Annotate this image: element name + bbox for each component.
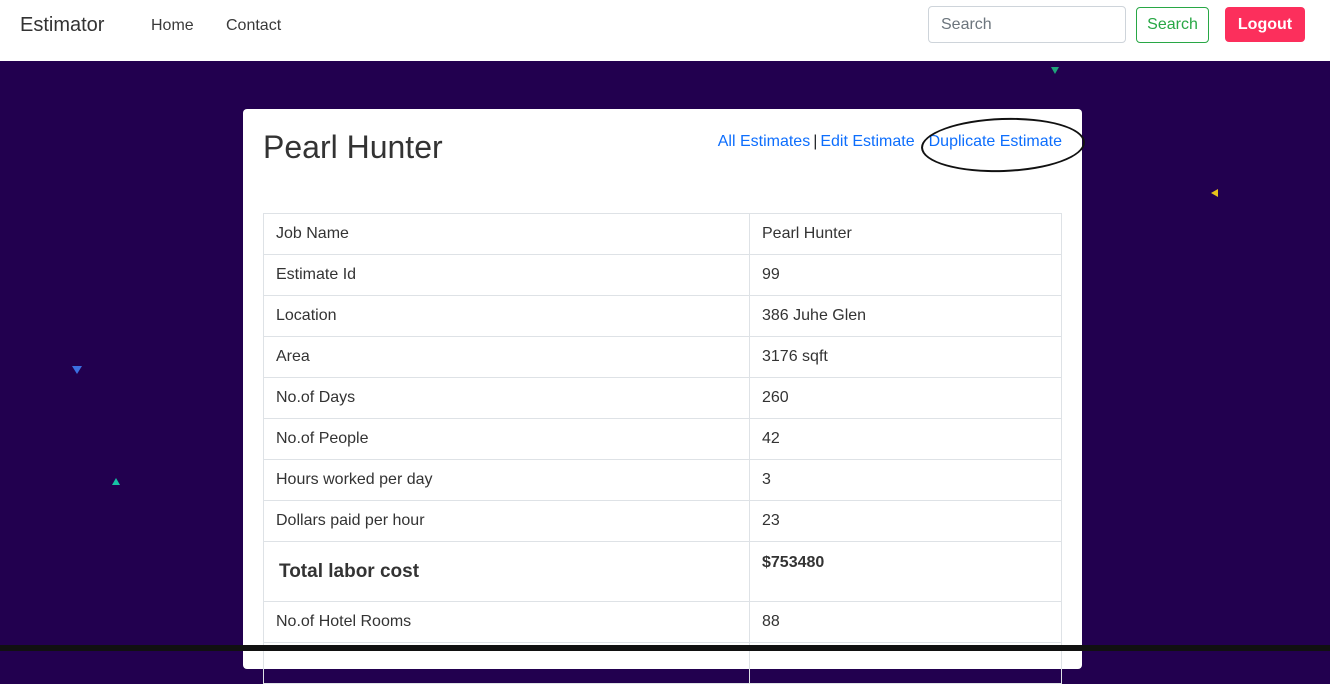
table-row: Dollars paid per hour 23 xyxy=(263,500,1062,542)
search-input[interactable] xyxy=(928,6,1126,43)
row-label: No.of Days xyxy=(263,377,750,419)
total-label: Total labor cost xyxy=(263,541,750,602)
page-title: Pearl Hunter xyxy=(263,129,443,165)
brand-logo[interactable]: Estimator xyxy=(20,14,104,37)
table-row: Hours worked per day 3 xyxy=(263,459,1062,501)
row-value: 88 xyxy=(749,601,1062,643)
estimate-details-table: Job Name Pearl Hunter Estimate Id 99 Loc… xyxy=(263,213,1062,684)
table-row: No.of Days 260 xyxy=(263,377,1062,419)
particle-triangle xyxy=(1211,189,1218,197)
edit-estimate-link[interactable]: Edit Estimate xyxy=(820,133,914,150)
total-value: $753480 xyxy=(749,541,1062,602)
particle-triangle xyxy=(1051,67,1059,74)
link-separator: | xyxy=(813,133,818,150)
nav-home-link[interactable]: Home xyxy=(151,17,194,35)
particle-triangle xyxy=(112,478,120,485)
table-row: Area 3176 sqft xyxy=(263,336,1062,378)
estimate-actions: All Estimates | Edit Estimate Duplicate Est… xyxy=(718,133,1062,151)
row-value: 42 xyxy=(749,418,1062,460)
row-label: No.of Hotel Rooms xyxy=(263,601,750,643)
row-value: 3176 sqft xyxy=(749,336,1062,378)
total-row: Total labor cost $753480 xyxy=(263,541,1062,602)
particle-triangle xyxy=(72,366,82,374)
row-label: Location xyxy=(263,295,750,337)
search-button[interactable]: Search xyxy=(1136,7,1209,43)
row-value: 3 xyxy=(749,459,1062,501)
row-value: 99 xyxy=(749,254,1062,296)
logout-button[interactable]: Logout xyxy=(1225,7,1305,42)
nav-contact-link[interactable]: Contact xyxy=(226,17,281,35)
row-label: Dollars paid per hour xyxy=(263,500,750,542)
duplicate-estimate-link[interactable]: Duplicate Estimate xyxy=(929,133,1062,150)
row-label: No.of People xyxy=(263,418,750,460)
table-row: Job Name Pearl Hunter xyxy=(263,213,1062,255)
table-row: Estimate Id 99 xyxy=(263,254,1062,296)
estimate-card: Pearl Hunter All Estimates | Edit Estimate… xyxy=(243,109,1086,684)
table-row: Location 386 Juhe Glen xyxy=(263,295,1062,337)
row-label: Area xyxy=(263,336,750,378)
all-estimates-link[interactable]: All Estimates xyxy=(718,133,810,150)
row-label: Hours worked per day xyxy=(263,459,750,501)
bottom-edge xyxy=(0,645,1330,651)
row-value: 23 xyxy=(749,500,1062,542)
table-row: No.of Hotel Rooms 88 xyxy=(263,601,1062,643)
row-value: 386 Juhe Glen xyxy=(749,295,1062,337)
row-label: Estimate Id xyxy=(263,254,750,296)
row-label: Job Name xyxy=(263,213,750,255)
table-row: No.of People 42 xyxy=(263,418,1062,460)
row-value: Pearl Hunter xyxy=(749,213,1062,255)
row-value: 260 xyxy=(749,377,1062,419)
navbar: Estimator Home Contact Search Logout xyxy=(0,0,1330,61)
